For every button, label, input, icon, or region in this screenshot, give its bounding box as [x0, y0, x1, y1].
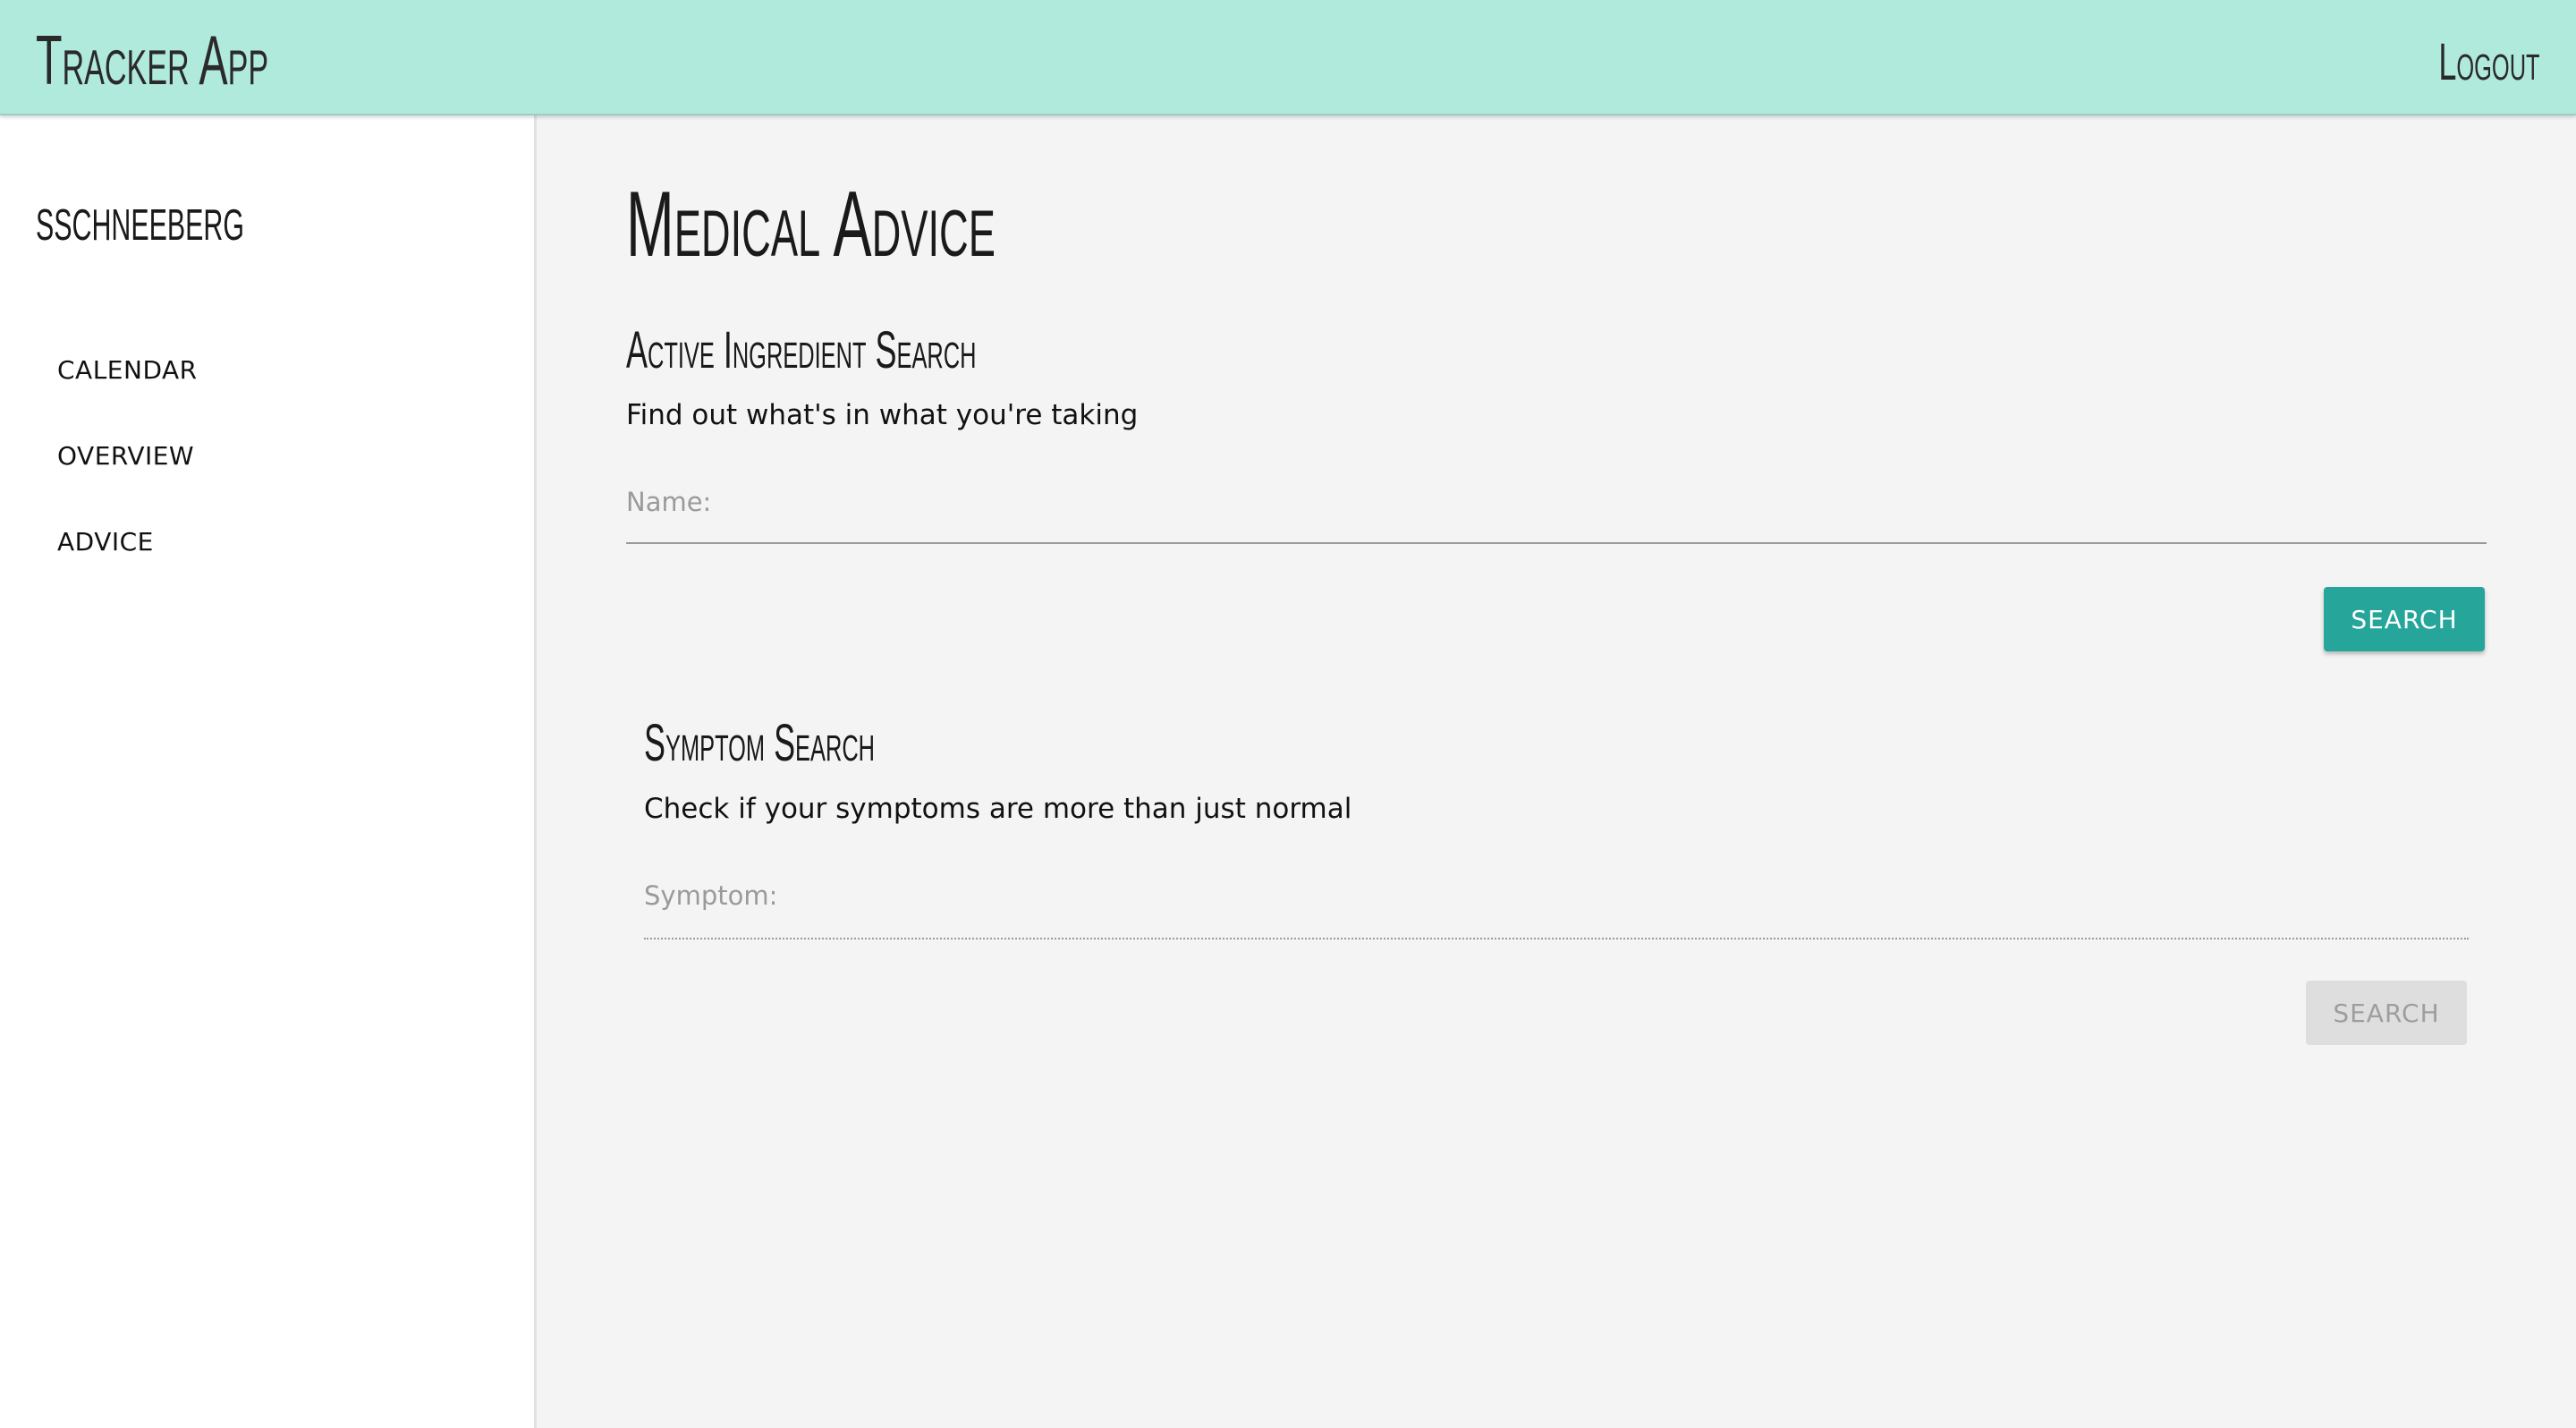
logout-label[interactable]: Logout: [2439, 37, 2540, 89]
name-input-underline: [626, 542, 2487, 544]
logout-link[interactable]: Logout: [2377, 36, 2540, 89]
sidebar-item-overview[interactable]: OVERVIEW: [57, 441, 194, 471]
app-title[interactable]: Tracker App: [36, 25, 268, 95]
symptom-search-heading: Symptom Search: [644, 714, 876, 772]
symptom-search-description: Check if your symptoms are more than jus…: [644, 793, 1352, 825]
ingredient-search-heading: Active Ingredient Search: [626, 321, 977, 379]
symptom-input[interactable]: [644, 869, 2469, 910]
symptom-search-button[interactable]: SEARCH: [2306, 981, 2467, 1045]
sidebar-item-advice[interactable]: ADVICE: [57, 527, 154, 557]
page-title: Medical Advice: [626, 173, 996, 276]
symptom-input-underline: [644, 938, 2469, 939]
name-input[interactable]: [626, 475, 2487, 516]
username: sschneeberg: [36, 183, 244, 253]
sidebar: sschneeberg CALENDAR OVERVIEW ADVICE: [0, 115, 537, 1428]
sidebar-item-calendar[interactable]: CALENDAR: [57, 355, 198, 385]
top-app-bar: Tracker App Logout: [0, 0, 2576, 115]
main-content: Medical Advice Active Ingredient Search …: [539, 117, 2576, 1428]
ingredient-search-description: Find out what's in what you're taking: [626, 399, 1139, 431]
ingredient-search-button[interactable]: SEARCH: [2324, 587, 2485, 651]
